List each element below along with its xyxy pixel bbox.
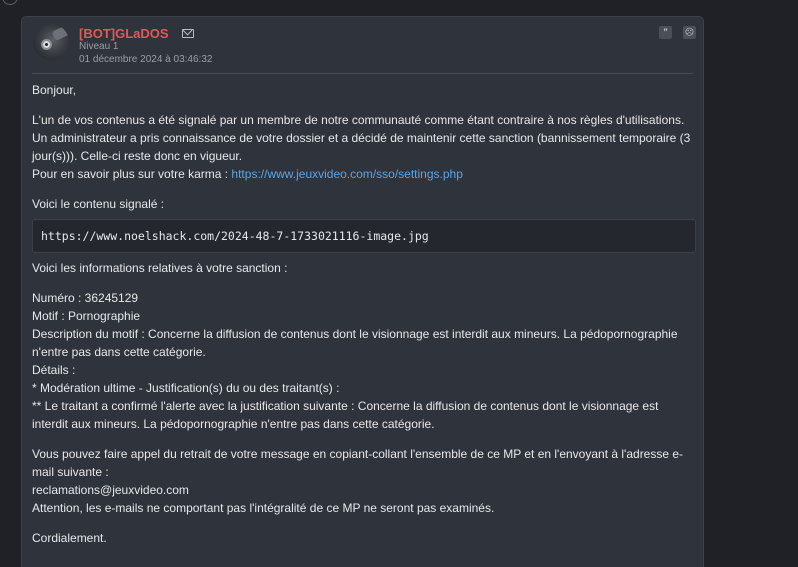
author-name[interactable]: [BOT]GLaDOS — [79, 26, 169, 41]
appeal-line: Vous pouvez faire appel du retrait de vo… — [32, 447, 684, 461]
avatar[interactable] — [33, 24, 69, 60]
mail-icon[interactable] — [182, 29, 194, 38]
reported-intro: Voici le contenu signalé : — [32, 197, 165, 211]
appeal-warning: Attention, les e-mails ne comportant pas… — [32, 501, 495, 515]
motif-description: Description du motif : Concerne la diffu… — [32, 327, 678, 341]
post-date: 01 décembre 2024 à 03:46:32 — [79, 54, 213, 65]
closing: Cordialement. — [32, 531, 107, 545]
paragraph-line: L'un de vos contenus a été signalé par u… — [32, 113, 685, 127]
partial-icon — [2, 0, 18, 5]
sanction-motif: Motif : Pornographie — [32, 309, 141, 323]
quote-icon[interactable]: ” — [659, 26, 672, 39]
report-icon[interactable]: ☹ — [683, 26, 696, 39]
author-level: Niveau 1 — [79, 41, 119, 52]
appeal-email: reclamations@jeuxvideo.com — [32, 483, 189, 497]
top-strip — [0, 0, 798, 10]
message-body: Bonjour, L'un de vos contenus a été sign… — [32, 81, 696, 547]
traitant-line: ** Le traitant a confirmé l'alerte avec … — [32, 399, 659, 413]
message-post: [BOT]GLaDOS Niveau 1 01 décembre 2024 à … — [21, 16, 704, 567]
sanction-intro: Voici les informations relatives à votre… — [32, 261, 288, 275]
page: [BOT]GLaDOS Niveau 1 01 décembre 2024 à … — [0, 0, 798, 567]
greeting: Bonjour, — [32, 83, 77, 97]
details-label: Détails : — [32, 363, 76, 377]
avatar-eye-shape — [41, 39, 52, 50]
paragraph-line: jour(s))). Celle-ci reste donc en vigueu… — [32, 149, 243, 163]
traitant-line: interdit aux mineurs. La pédopornographi… — [32, 417, 435, 431]
karma-line: Pour en savoir plus sur votre karma : ht… — [32, 165, 696, 183]
karma-link[interactable]: https://www.jeuxvideo.com/sso/settings.p… — [231, 167, 462, 181]
karma-prefix: Pour en savoir plus sur votre karma : — [32, 167, 232, 181]
moderation-line: * Modération ultime - Justification(s) d… — [32, 381, 340, 395]
post-header: [BOT]GLaDOS Niveau 1 01 décembre 2024 à … — [32, 17, 696, 74]
avatar-arm-shape — [51, 25, 69, 41]
reported-url-code: https://www.noelshack.com/2024-48-7-1733… — [32, 219, 696, 253]
sanction-number: Numéro : 36245129 — [32, 291, 139, 305]
paragraph-line: Un administrateur a pris connaissance de… — [32, 131, 691, 145]
appeal-line: mail suivante : — [32, 465, 109, 479]
motif-description: n'entre pas dans cette catégorie. — [32, 345, 206, 359]
